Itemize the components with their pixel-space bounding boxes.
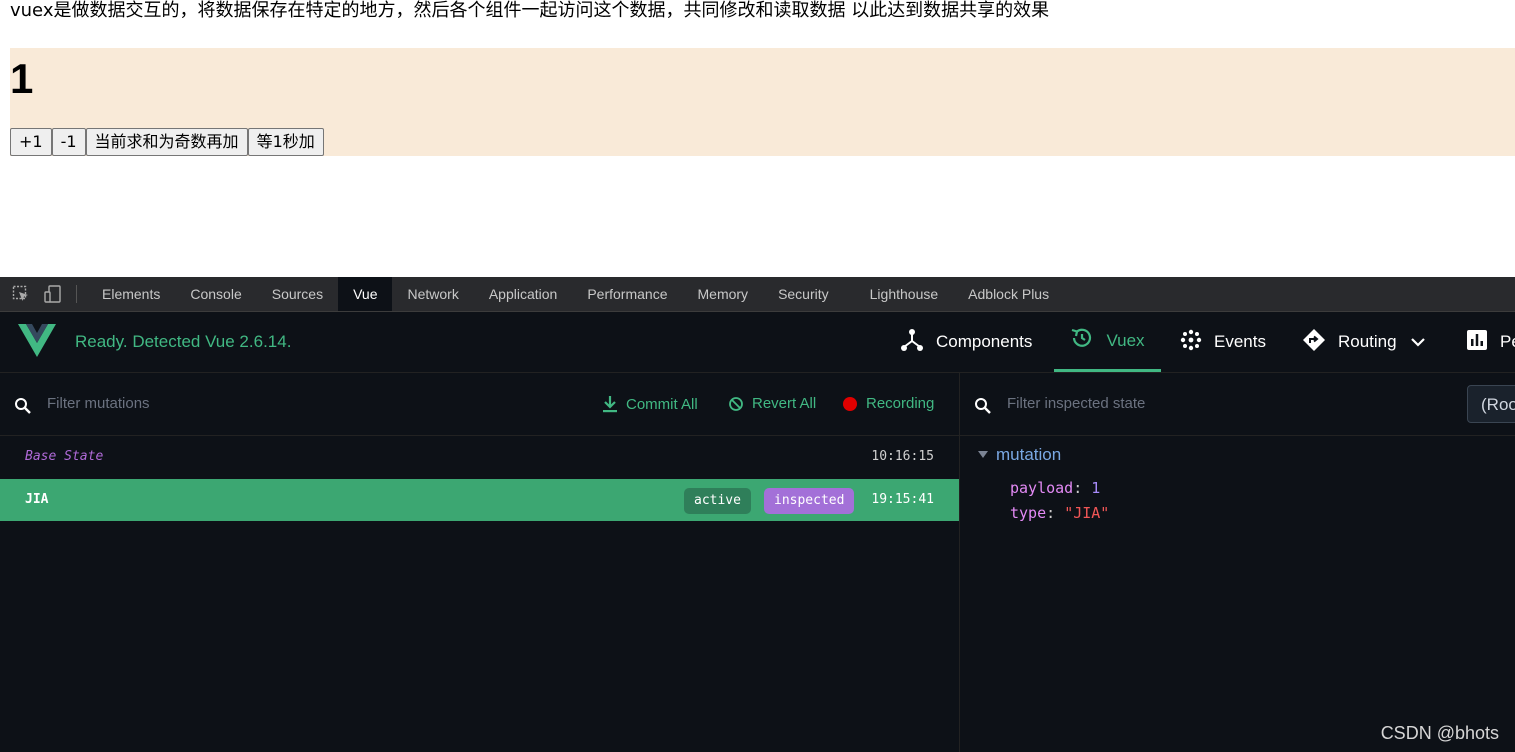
tab-security[interactable]: Security bbox=[763, 277, 855, 311]
nav-events[interactable]: Events bbox=[1180, 312, 1266, 372]
mutation-name: Base State bbox=[25, 449, 104, 464]
recording-label: Recording bbox=[866, 395, 935, 412]
payload-line: payload: 1 bbox=[1010, 479, 1101, 497]
block-icon bbox=[729, 396, 743, 411]
vue-logo-icon bbox=[18, 324, 56, 362]
vue-status: Ready. Detected Vue 2.6.14. bbox=[75, 332, 292, 351]
nav-routing-label: Routing bbox=[1338, 332, 1397, 351]
count-value: 1 bbox=[10, 55, 34, 102]
mutation-section-header[interactable]: mutation bbox=[978, 445, 1061, 465]
commit-all-label: Commit All bbox=[626, 395, 698, 413]
mutation-row-base-state[interactable]: Base State 10:16:15 bbox=[0, 436, 959, 478]
toolbar-divider bbox=[76, 285, 77, 303]
mutations-toolbar: Filter mutations Commit All Revert All R… bbox=[0, 373, 959, 436]
app-page: vuex是做数据交互的，将数据保存在特定的地方，然后各个组件一起访问这个数据，共… bbox=[0, 0, 1515, 277]
increment-async-button[interactable]: 等1秒加 bbox=[247, 128, 324, 156]
tab-console[interactable]: Console bbox=[175, 277, 256, 311]
nav-components[interactable]: Components bbox=[900, 312, 1032, 372]
counter-panel: 1 +1 -1 当前求和为奇数再加 等1秒加 bbox=[10, 48, 1515, 156]
tab-application[interactable]: Application bbox=[474, 277, 573, 311]
nav-vuex-label: Vuex bbox=[1106, 330, 1145, 350]
mutation-section-label: mutation bbox=[996, 445, 1062, 464]
type-line: type: "JIA" bbox=[1010, 504, 1110, 522]
tab-lighthouse[interactable]: Lighthouse bbox=[855, 277, 954, 311]
nav-events-label: Events bbox=[1214, 332, 1266, 351]
intro-text: vuex是做数据交互的，将数据保存在特定的地方，然后各个组件一起访问这个数据，共… bbox=[10, 0, 1050, 21]
mutation-row-jia[interactable]: JIA active inspected 19:15:41 bbox=[0, 479, 959, 521]
history-icon bbox=[1070, 326, 1106, 355]
state-inspector-pane: Filter inspected state (Root) mutation p… bbox=[960, 373, 1515, 752]
root-selector-button[interactable]: (Root) bbox=[1467, 385, 1515, 423]
mutation-name: JIA bbox=[25, 492, 49, 507]
active-badge: active bbox=[684, 488, 751, 514]
tab-sources[interactable]: Sources bbox=[257, 277, 338, 311]
counter-buttons: +1 -1 当前求和为奇数再加 等1秒加 bbox=[10, 128, 324, 156]
inspect-element-icon[interactable] bbox=[10, 283, 32, 305]
search-icon bbox=[974, 397, 992, 419]
nav-components-label: Components bbox=[936, 332, 1033, 351]
nav-vuex[interactable]: Vuex bbox=[1054, 312, 1161, 372]
components-icon bbox=[900, 328, 936, 357]
filter-state-input[interactable]: Filter inspected state bbox=[1007, 395, 1145, 412]
search-icon bbox=[14, 397, 32, 419]
nav-routing[interactable]: Routing bbox=[1302, 312, 1437, 372]
mutation-time: 10:16:15 bbox=[871, 449, 934, 464]
bar-chart-icon bbox=[1466, 329, 1500, 356]
routing-icon bbox=[1302, 328, 1338, 357]
decrement-button[interactable]: -1 bbox=[51, 128, 86, 156]
device-toolbar-icon[interactable] bbox=[42, 283, 64, 305]
download-icon bbox=[603, 396, 617, 413]
inspected-badge: inspected bbox=[764, 488, 855, 514]
mutation-time: 19:15:41 bbox=[871, 492, 934, 507]
devtools-tabbar: Elements Console Sources Vue Network App… bbox=[0, 277, 1515, 312]
devtools-panel: Elements Console Sources Vue Network App… bbox=[0, 277, 1515, 752]
tab-performance[interactable]: Performance bbox=[572, 277, 682, 311]
chevron-down-icon bbox=[1410, 332, 1437, 352]
increment-button[interactable]: +1 bbox=[10, 128, 52, 156]
watermark: CSDN @bhots bbox=[1380, 723, 1499, 743]
recording-toggle[interactable]: Recording bbox=[842, 395, 934, 412]
type-value: "JIA" bbox=[1064, 504, 1110, 522]
caret-down-icon bbox=[978, 451, 988, 458]
commit-all-button[interactable]: Commit All bbox=[602, 395, 698, 413]
tab-memory[interactable]: Memory bbox=[683, 277, 764, 311]
vue-devtools-header: Ready. Detected Vue 2.6.14. Components V… bbox=[0, 312, 1515, 373]
record-icon bbox=[843, 396, 857, 411]
tab-adblock-plus[interactable]: Adblock Plus bbox=[953, 277, 1064, 311]
nav-performance[interactable]: Pe bbox=[1466, 312, 1515, 372]
payload-value: 1 bbox=[1091, 479, 1101, 497]
filter-mutations-input[interactable]: Filter mutations bbox=[47, 395, 150, 412]
tab-network[interactable]: Network bbox=[392, 277, 473, 311]
mutations-pane: Filter mutations Commit All Revert All R… bbox=[0, 373, 960, 752]
tab-vue[interactable]: Vue bbox=[338, 277, 393, 311]
events-icon bbox=[1180, 329, 1214, 356]
nav-performance-label: Pe bbox=[1500, 332, 1515, 351]
increment-if-odd-button[interactable]: 当前求和为奇数再加 bbox=[85, 128, 248, 156]
tab-elements[interactable]: Elements bbox=[87, 277, 175, 311]
payload-key: payload bbox=[1010, 479, 1074, 497]
revert-all-label: Revert All bbox=[752, 395, 817, 412]
state-toolbar: Filter inspected state (Root) bbox=[960, 373, 1515, 436]
revert-all-button[interactable]: Revert All bbox=[728, 395, 816, 412]
type-key: type bbox=[1010, 504, 1047, 522]
